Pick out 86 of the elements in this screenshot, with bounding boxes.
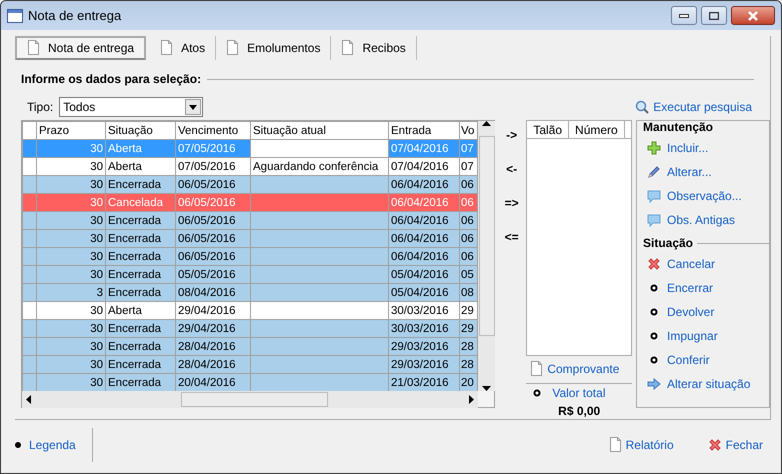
column-header[interactable]: Talão	[527, 121, 570, 138]
action-link[interactable]: Devolver	[643, 300, 714, 324]
type-dropdown[interactable]: Todos	[59, 97, 204, 117]
document-icon	[27, 40, 40, 56]
horizontal-scrollbar[interactable]	[22, 391, 478, 408]
tab[interactable]: Atos	[150, 36, 216, 60]
document-icon	[160, 40, 174, 56]
column-header[interactable]: Vo	[460, 122, 478, 140]
table-row[interactable]: 30 Encerrada 29/04/2016 30/03/2016 29	[22, 320, 478, 338]
document-icon	[530, 361, 544, 377]
legend-link[interactable]: Legenda	[15, 436, 76, 454]
table-row[interactable]: 30 Encerrada 28/04/2016 29/03/2016 28	[22, 356, 478, 374]
up-arrow-icon	[482, 121, 491, 126]
column-header[interactable]: Situação atual	[250, 122, 388, 140]
right-arrow-icon	[469, 395, 474, 404]
talao-list[interactable]: Talão Número	[526, 120, 632, 356]
bullet-icon	[15, 442, 21, 448]
maximize-icon	[709, 12, 719, 20]
table-row[interactable]: 3 Encerrada 08/04/2016 05/04/2016 08	[22, 284, 478, 302]
tab[interactable]: Recibos	[331, 36, 417, 60]
maximize-button[interactable]	[701, 6, 727, 25]
plus-icon	[647, 141, 661, 155]
table-cell: 07/05/2016	[176, 140, 250, 158]
minimize-icon	[679, 14, 689, 18]
total-label: Valor total	[552, 385, 606, 402]
comment-icon	[647, 213, 661, 227]
filter-label: Tipo:	[27, 99, 54, 116]
table-row[interactable]: 30 Encerrada 28/04/2016 29/03/2016 28	[22, 338, 478, 356]
table-row[interactable]: 30 Encerrada 06/05/2016 06/04/2016 06	[22, 230, 478, 248]
vertical-scrollbar[interactable]	[478, 121, 495, 391]
table-cell: 30	[36, 140, 106, 158]
table-cell: Aberta	[106, 140, 176, 158]
comment-icon	[647, 189, 661, 203]
down-arrow-icon	[482, 386, 491, 391]
action-link[interactable]: Alterar situação	[643, 372, 750, 396]
group-title: Situação	[643, 235, 694, 252]
column-header[interactable]: Prazo	[36, 122, 106, 140]
transfer-button[interactable]: ->	[506, 126, 518, 144]
transfer-button[interactable]: <-	[506, 160, 518, 178]
table-row[interactable]: 30 Encerrada 06/05/2016 06/04/2016 06	[22, 176, 478, 194]
report-link[interactable]: Relatório	[608, 436, 674, 454]
close-link[interactable]: Fechar	[708, 436, 763, 454]
action-link[interactable]: Alterar...	[643, 160, 712, 184]
table-row[interactable]: 30 Encerrada 06/05/2016 06/04/2016 06	[22, 212, 478, 230]
section-title: Informe os dados para seleção:	[21, 71, 202, 88]
table-row[interactable]: 30 Encerrada 06/05/2016 06/04/2016 06	[22, 248, 478, 266]
total-value: R$ 0,00	[558, 404, 600, 418]
close-icon	[747, 10, 759, 20]
group-title: Manutenção	[643, 119, 714, 136]
document-icon	[608, 437, 622, 453]
receipt-link[interactable]: Comprovante	[530, 360, 632, 378]
table-row[interactable]: 30 Aberta 29/04/2016 30/03/2016 29	[22, 302, 478, 320]
pencil-icon	[647, 165, 661, 179]
minimize-button[interactable]	[671, 6, 697, 25]
action-link[interactable]: Observação...	[643, 184, 742, 208]
tab[interactable]: Emolumentos	[216, 36, 332, 60]
column-header[interactable]: Entrada	[388, 122, 460, 140]
tab[interactable]: Nota de entrega	[15, 36, 146, 60]
search-link[interactable]: Executar pesquisa	[635, 98, 752, 116]
column-header[interactable]: Número	[569, 121, 625, 138]
action-link[interactable]: Encerrar	[643, 276, 714, 300]
transfer-button[interactable]: <=	[504, 228, 519, 246]
transfer-button[interactable]: =>	[504, 194, 519, 212]
action-link[interactable]: Incluir...	[643, 136, 708, 160]
table-row[interactable]: 30 Encerrada 05/05/2016 05/04/2016 05	[22, 266, 478, 284]
search-icon	[635, 100, 650, 114]
window-icon	[7, 8, 23, 22]
window-title: Nota de entrega	[28, 6, 122, 25]
caret-icon	[189, 104, 198, 110]
table-cell: 07/04/2016	[388, 140, 460, 158]
column-header[interactable]: Vencimento	[176, 122, 250, 140]
action-link[interactable]: Cancelar	[643, 252, 716, 276]
action-link[interactable]: Obs. Antigas	[643, 208, 736, 232]
left-arrow-icon	[26, 395, 31, 404]
column-header[interactable]: Situação	[106, 122, 176, 140]
table-cell: Aguardando conferência	[250, 158, 388, 176]
document-icon	[341, 40, 354, 56]
action-link[interactable]: Impugnar	[643, 324, 718, 348]
document-icon	[226, 40, 240, 56]
arrow-icon	[647, 377, 661, 391]
close-button[interactable]	[731, 6, 775, 25]
action-link[interactable]: Conferir	[643, 348, 710, 372]
table-row[interactable]: 30 Aberta 07/05/2016 Aguardando conferência 07/04/2016 07	[22, 158, 478, 176]
close-icon	[708, 438, 722, 452]
close-icon	[647, 257, 661, 271]
table-row[interactable]: 30 Encerrada 20/04/2016 21/03/2016 20	[22, 374, 478, 391]
